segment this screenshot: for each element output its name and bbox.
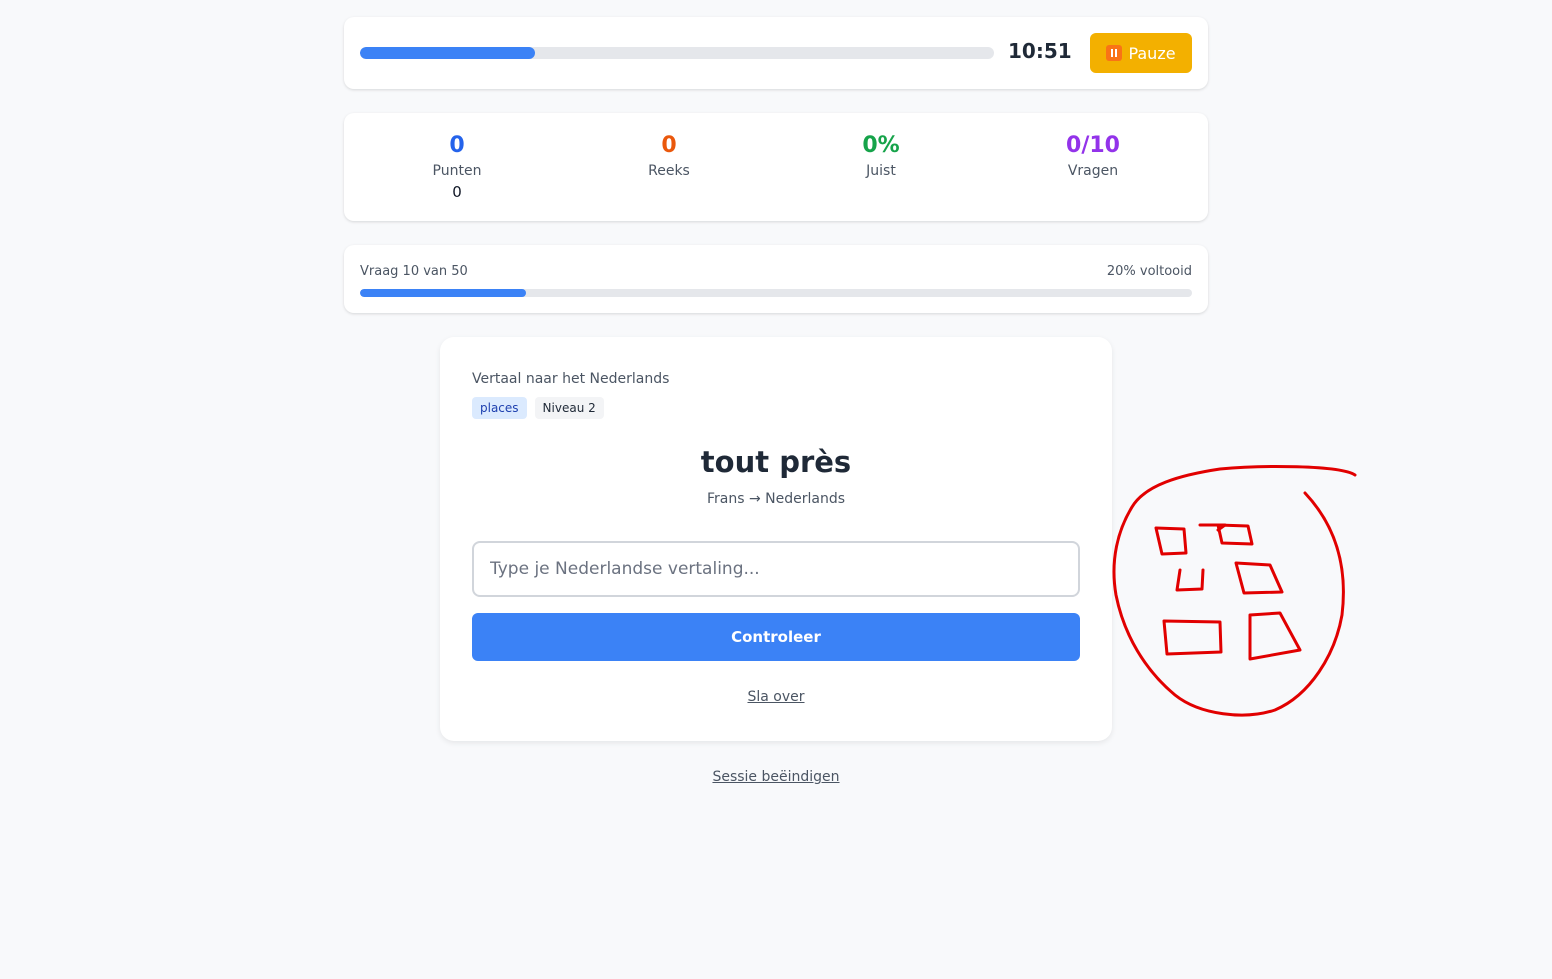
stat-value: 0	[661, 133, 677, 158]
stat-streak: 0 Reeks	[569, 133, 769, 179]
level-tag: Niveau 2	[534, 397, 604, 419]
timer-progress-fill	[360, 47, 535, 59]
pause-icon	[1106, 45, 1123, 61]
stat-label: Juist	[866, 163, 896, 179]
stat-points: 0 Punten 0	[357, 133, 557, 201]
stat-correct: 0% Juist	[781, 133, 981, 179]
skip-link[interactable]: Sla over	[747, 689, 804, 705]
translation-direction: Frans → Nederlands	[706, 491, 846, 507]
stat-label: Reeks	[648, 163, 690, 179]
question-word: tout près	[700, 445, 852, 479]
stats-panel: 0 Punten 0 0 Reeks 0% Juist 0/10 Vragen	[344, 113, 1208, 221]
pause-button[interactable]: Pauze	[1090, 33, 1192, 73]
end-session-link[interactable]: Sessie beëindigen	[712, 769, 839, 785]
question-progress-bar	[360, 289, 1192, 297]
check-button[interactable]: Controleer	[472, 613, 1080, 661]
question-counter: Vraag 10 van 50	[360, 264, 468, 279]
completion-percent: 20% voltooid	[1106, 264, 1192, 279]
category-tag: places	[472, 397, 527, 419]
stat-questions: 0/10 Vragen	[993, 133, 1193, 179]
question-progress-panel: Vraag 10 van 50 20% voltooid	[344, 245, 1208, 313]
stat-value: 0	[449, 133, 465, 158]
end-session-container: Sessie beëindigen	[344, 769, 1208, 785]
question-progress-fill	[360, 289, 527, 297]
question-card: Vertaal naar het Nederlands places Nivea…	[440, 337, 1112, 741]
stat-label: Punten	[432, 163, 482, 179]
stat-value: 0%	[862, 133, 900, 158]
stat-sub: 0	[452, 183, 462, 201]
question-instruction: Vertaal naar het Nederlands	[472, 371, 670, 387]
timer-progress-bar	[360, 47, 994, 59]
skip-container: Sla over	[440, 689, 1112, 705]
stat-value: 0/10	[1066, 133, 1120, 158]
tag-list: places Niveau 2	[472, 397, 604, 419]
timer-display: 10:51	[1008, 39, 1072, 63]
pause-label: Pauze	[1128, 43, 1176, 63]
stat-label: Vragen	[1067, 163, 1119, 179]
red-annotation-scribble	[1112, 465, 1357, 717]
timer-panel: 10:51 Pauze	[344, 17, 1208, 89]
answer-input[interactable]	[472, 541, 1080, 597]
